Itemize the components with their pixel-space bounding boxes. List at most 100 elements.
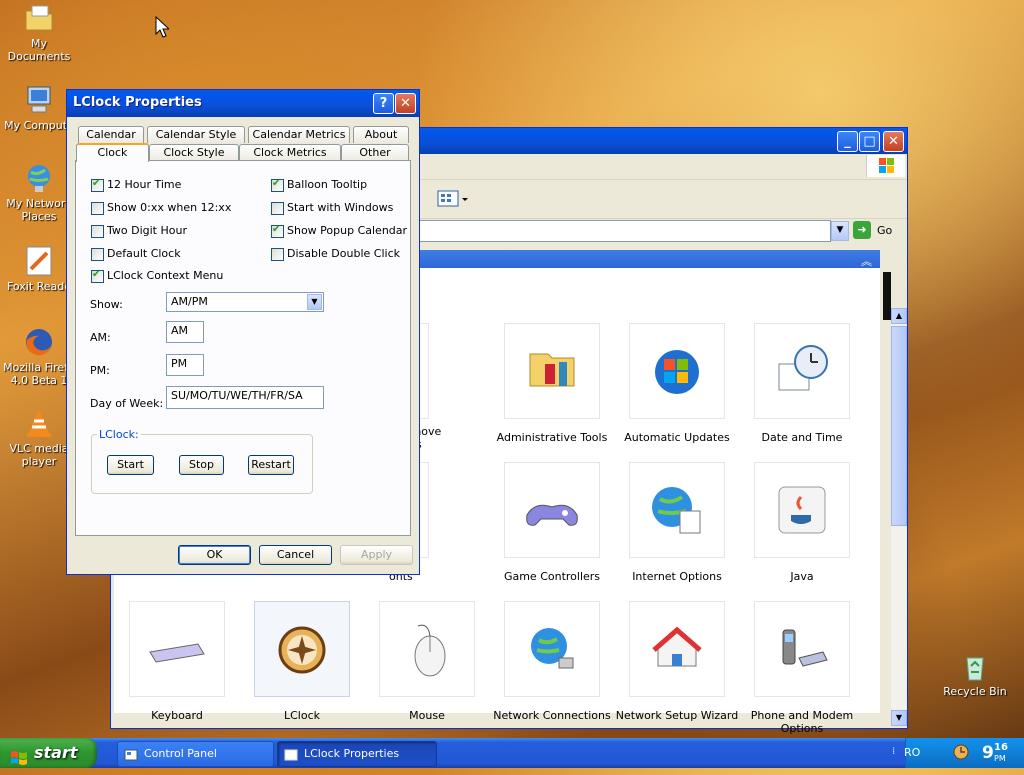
go-arrow-icon: ➜ xyxy=(853,221,871,239)
views-button[interactable] xyxy=(437,188,471,210)
scroll-up-button[interactable]: ▲ xyxy=(891,308,907,324)
tab-clock-metrics[interactable]: Clock Metrics xyxy=(239,144,341,161)
clock-hour: 9 xyxy=(982,743,994,763)
checkbox-label: Two Digit Hour xyxy=(107,224,187,237)
close-button[interactable]: ✕ xyxy=(883,131,904,152)
chevron-down-icon[interactable]: ▼ xyxy=(307,294,322,310)
start-label: start xyxy=(34,743,78,762)
desktop-icon-label: My Documents xyxy=(7,37,71,63)
tab-other[interactable]: Other xyxy=(341,144,409,161)
day-of-week-label: Day of Week: xyxy=(90,397,164,410)
taskbar: start Control Panel LClock Properties ⁞ … xyxy=(0,738,1024,768)
collapse-chevron-icon[interactable]: ︽ xyxy=(861,253,872,269)
ok-button[interactable]: OK xyxy=(178,545,251,565)
cp-frame xyxy=(629,601,725,697)
cp-frame xyxy=(629,323,725,419)
desktop-icon-label: Recycle Bin xyxy=(943,685,1007,698)
cp-item-date-and-time[interactable]: Date and Time xyxy=(739,323,865,444)
cp-item-automatic-updates[interactable]: Automatic Updates xyxy=(614,323,740,444)
tab-calendar-metrics[interactable]: Calendar Metrics xyxy=(248,126,350,143)
tray-chevron-icon[interactable]: ⁞ xyxy=(892,746,895,757)
tab-about[interactable]: About xyxy=(353,126,409,143)
cp-item-phone-and-modem[interactable]: Phone and Modem Options xyxy=(739,601,865,735)
cp-frame xyxy=(629,462,725,558)
cp-frame xyxy=(254,601,350,697)
cp-frame xyxy=(129,601,225,697)
close-button[interactable]: ✕ xyxy=(395,93,416,114)
cp-item-label: Keyboard xyxy=(151,709,203,722)
checkbox-box xyxy=(91,269,104,283)
task-control-panel[interactable]: Control Panel xyxy=(117,741,274,767)
tray-clock[interactable]: 9 16 PM xyxy=(980,740,1020,766)
address-dropdown-button[interactable]: ▼ xyxy=(831,221,849,241)
language-indicator[interactable]: RO xyxy=(904,746,920,759)
cp-frame xyxy=(504,462,600,558)
cp-item-administrative-tools[interactable]: Administrative Tools xyxy=(489,323,615,444)
day-of-week-input[interactable]: SU/MO/TU/WE/TH/FR/SA xyxy=(166,386,324,409)
maximize-button[interactable]: □ xyxy=(859,131,880,152)
go-label: Go xyxy=(877,224,893,237)
start-button[interactable]: start xyxy=(0,738,97,768)
show-select[interactable]: AM/PM ▼ xyxy=(166,292,324,312)
vertical-scrollbar[interactable]: ▲ ▼ xyxy=(891,308,907,726)
checkbox-box xyxy=(91,202,104,215)
desktop-icon-recycle-bin[interactable]: Recycle Bin xyxy=(936,650,1014,698)
tab-calendar-style[interactable]: Calendar Style xyxy=(147,126,245,143)
show-label: Show: xyxy=(90,298,123,311)
cp-item-network-setup-wizard[interactable]: Network Setup Wizard xyxy=(614,601,740,722)
cp-item-game-controllers[interactable]: Game Controllers xyxy=(489,462,615,583)
cp-item-network-connections[interactable]: Network Connections xyxy=(489,601,615,722)
scroll-thumb[interactable] xyxy=(891,326,907,526)
lclock-compass-icon xyxy=(278,626,326,674)
windows-globe-icon xyxy=(655,350,699,394)
checkbox-label: 12 Hour Time xyxy=(107,178,182,191)
stop-button[interactable]: Stop xyxy=(179,455,224,475)
vlc-cone-icon xyxy=(23,407,55,439)
calendar-clock-icon xyxy=(778,345,828,391)
tab-panel-clock: 12 Hour Time Show 0:xx when 12:xx Two Di… xyxy=(75,160,411,536)
start-button[interactable]: Start xyxy=(107,455,154,475)
desktop-icon-my-documents[interactable]: My Documents xyxy=(0,2,78,63)
help-button[interactable]: ? xyxy=(373,93,394,114)
go-button[interactable]: ➜ Go xyxy=(853,221,903,241)
network-globe-icon xyxy=(23,162,55,194)
black-strip xyxy=(883,272,891,320)
tab-calendar[interactable]: Calendar xyxy=(78,126,144,143)
cp-item-java[interactable]: Java xyxy=(739,462,865,583)
scroll-down-button[interactable]: ▼ xyxy=(891,710,907,726)
system-tray: ⁞ RO 9 16 PM xyxy=(892,738,1024,768)
minimize-button[interactable]: _ xyxy=(837,131,858,152)
cancel-button[interactable]: Cancel xyxy=(259,545,332,565)
cp-item-label: Mouse xyxy=(409,709,445,722)
cp-item-internet-options[interactable]: Internet Options xyxy=(614,462,740,583)
checkbox-label: Default Clock xyxy=(107,247,181,260)
cp-frame xyxy=(504,323,600,419)
cp-item-mouse[interactable]: Mouse xyxy=(364,601,490,722)
cp-item-keyboard[interactable]: Keyboard xyxy=(114,601,240,722)
checkbox-label: Show 0:xx when 12:xx xyxy=(107,201,232,214)
clock-ampm: PM xyxy=(994,754,1006,763)
show-select-value: AM/PM xyxy=(171,295,208,308)
folder-icon xyxy=(23,2,55,34)
checkbox-box xyxy=(91,225,104,238)
lclock-tray-icon[interactable] xyxy=(953,744,969,760)
cp-frame xyxy=(754,601,850,697)
cp-frame xyxy=(754,323,850,419)
task-lclock-properties[interactable]: LClock Properties xyxy=(277,741,437,767)
cp-item-label: Java xyxy=(790,570,814,583)
cp-item-lclock[interactable]: LClock xyxy=(239,601,365,722)
checkbox-label: Start with Windows xyxy=(287,201,394,214)
checkbox-box xyxy=(91,248,104,261)
lclock-properties-dialog: LClock Properties ? ✕ Calendar Calendar … xyxy=(66,89,420,575)
dialog-titlebar[interactable]: LClock Properties ? ✕ xyxy=(67,90,419,117)
gamepad-icon xyxy=(526,504,578,526)
pm-input[interactable]: PM xyxy=(166,354,204,376)
apply-button[interactable]: Apply xyxy=(340,545,413,565)
tab-clock[interactable]: Clock xyxy=(76,143,149,162)
tab-clock-style[interactable]: Clock Style xyxy=(149,144,239,161)
am-input[interactable]: AM xyxy=(166,321,204,343)
checkbox-box xyxy=(271,202,284,215)
checkbox-box xyxy=(91,178,104,192)
cp-frame xyxy=(754,462,850,558)
restart-button[interactable]: Restart xyxy=(248,455,294,475)
